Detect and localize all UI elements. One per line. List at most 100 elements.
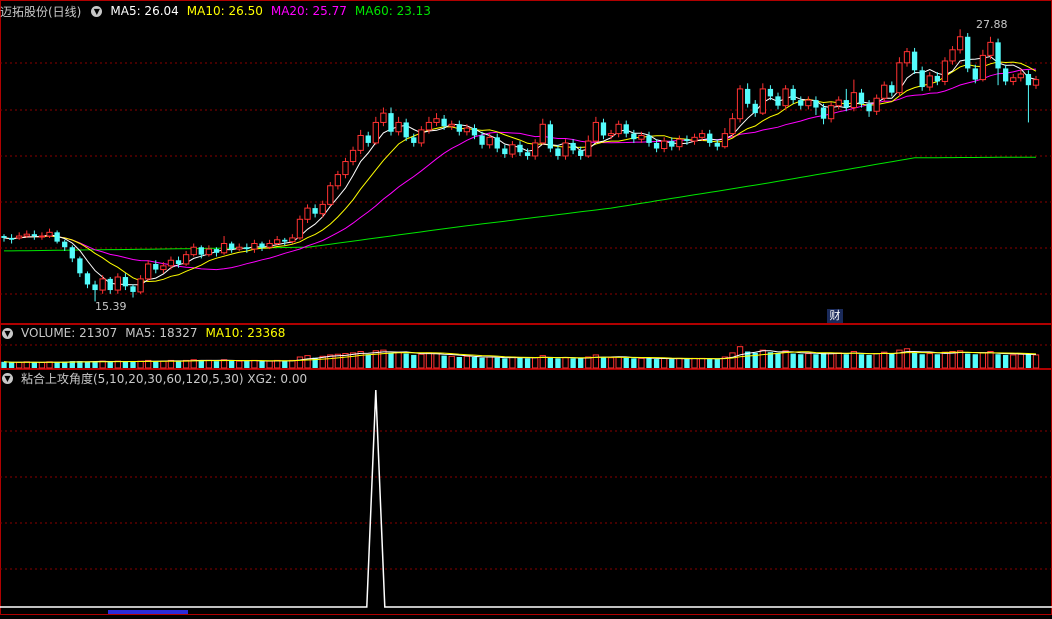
candle-body: [707, 133, 713, 143]
volume-bar: [661, 357, 668, 369]
candle-body: [289, 237, 296, 243]
candle-body: [190, 246, 197, 256]
panel-frame: [0, 0, 1052, 324]
chevron-down-icon[interactable]: ▼: [2, 327, 13, 339]
stock-title: 迈拓股份(日线): [0, 4, 82, 19]
volume-bar: [547, 357, 554, 368]
volume-bar: [289, 359, 296, 369]
candle-body: [205, 248, 213, 256]
volume-bar: [418, 353, 425, 369]
candle-body: [395, 121, 402, 133]
volume-bar: [266, 360, 273, 369]
candle-body: [638, 134, 645, 140]
candle-body: [517, 144, 523, 153]
ma10-readout: MA10: 26.50: [186, 4, 263, 18]
volume-bar: [949, 351, 956, 369]
volume-bar: [228, 360, 235, 368]
volume-bar: [698, 357, 706, 369]
volume-bar: [1032, 354, 1040, 369]
candle-body: [471, 128, 478, 136]
candle-body: [342, 161, 349, 176]
volume-bar: [62, 361, 68, 368]
candle-body: [714, 142, 720, 147]
volume-bar: [941, 351, 949, 369]
candle-body: [835, 99, 842, 107]
candle-body: [813, 100, 819, 108]
candle-body: [752, 103, 758, 114]
candle-body: [972, 68, 978, 80]
candle-body: [448, 123, 455, 127]
candle-body: [578, 150, 584, 156]
candle-body: [767, 88, 774, 97]
candle-body: [736, 88, 744, 120]
candle-body: [372, 121, 379, 144]
candle-body: [153, 263, 159, 270]
candle-body: [941, 60, 949, 82]
candle-body: [570, 142, 576, 151]
candle-body: [555, 148, 561, 156]
candle-body: [653, 142, 660, 149]
candle-body: [365, 135, 371, 143]
candle-body: [1010, 77, 1017, 82]
candle-body: [479, 135, 485, 145]
ma20-line: [3, 68, 1037, 271]
candle-body: [858, 92, 865, 104]
volume-bar: [956, 350, 964, 369]
volume-bar: [479, 357, 485, 368]
ma60-line: [4, 156, 1036, 252]
candle-body: [1002, 68, 1009, 82]
volume-bar: [244, 361, 250, 368]
candle-body: [334, 174, 342, 187]
volume-bar: [380, 349, 387, 369]
volume-bar: [919, 354, 925, 368]
volume-bar: [517, 357, 523, 368]
volume-bar: [987, 351, 994, 369]
candle-body: [46, 231, 53, 237]
candle-body: [798, 100, 804, 106]
candle-body: [114, 276, 121, 291]
chevron-down-icon[interactable]: ▼: [91, 5, 103, 17]
financial-event-badge[interactable]: 财: [827, 309, 843, 323]
volume-bar: [615, 356, 622, 369]
volume-bar: [213, 361, 220, 368]
volume-bar: [494, 357, 500, 368]
candle-body: [16, 235, 23, 239]
candle-body: [843, 100, 849, 108]
candle-body: [539, 123, 546, 144]
candle-body: [38, 235, 46, 238]
volume-bar: [669, 359, 675, 368]
candle-body: [547, 124, 554, 149]
candle-body: [494, 137, 500, 149]
candle-body: [145, 263, 152, 280]
volume-bar: [881, 351, 888, 369]
volume-bar: [259, 361, 265, 368]
volume-bar: [759, 349, 766, 369]
candle-body: [388, 113, 394, 132]
candle-body: [661, 140, 668, 150]
candle-body: [896, 62, 903, 94]
candle-body: [623, 124, 629, 134]
volume-bar: [775, 352, 781, 368]
candle-body: [509, 144, 516, 155]
candle-body: [631, 133, 637, 140]
candle-body: [691, 136, 698, 142]
volume-bar: [471, 357, 478, 368]
candle-body: [304, 207, 311, 220]
volume-bar: [23, 361, 30, 369]
volume-bar: [403, 353, 409, 368]
candle-body: [62, 241, 68, 248]
volume-bar: [995, 354, 1001, 368]
candle-body: [1017, 73, 1024, 79]
candle-body: [130, 286, 136, 292]
candle-body: [562, 142, 569, 157]
candle-body: [881, 84, 888, 99]
candle-body: [380, 112, 387, 123]
volume-bar: [578, 358, 584, 368]
volume-bar: [600, 357, 607, 368]
candle-body: [213, 249, 220, 253]
volume-bar: [456, 357, 462, 368]
volume-bar: [934, 354, 941, 368]
candle-body: [463, 127, 471, 133]
volume-bar: [570, 358, 576, 368]
chevron-down-icon[interactable]: ▼: [2, 372, 13, 384]
